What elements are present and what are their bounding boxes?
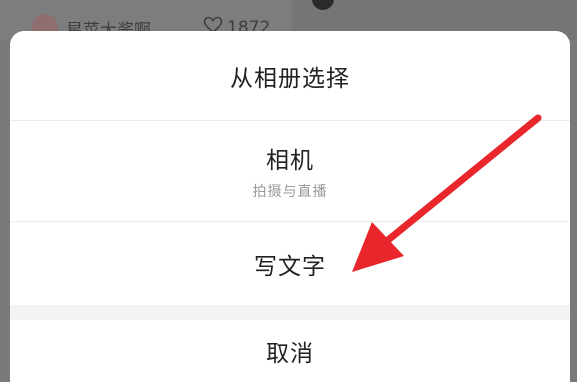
- write-text-button[interactable]: 写文字: [10, 222, 570, 305]
- choose-from-album-button[interactable]: 从相册选择: [10, 31, 570, 120]
- cancel-label: 取消: [266, 341, 314, 367]
- action-sheet: 从相册选择 相机 拍摄与直播 写文字 取消: [10, 31, 570, 382]
- album-label: 从相册选择: [230, 65, 350, 92]
- screen: 星菜大酱啊 1872 从相册选择 相机 拍摄与直播 写文字: [0, 0, 577, 382]
- section-gap: [10, 305, 570, 320]
- camera-label: 相机: [266, 148, 314, 174]
- camera-sublabel: 拍摄与直播: [252, 184, 328, 200]
- write-text-label: 写文字: [254, 253, 326, 280]
- camera-button[interactable]: 相机 拍摄与直播: [10, 121, 570, 221]
- cancel-button[interactable]: 取消: [10, 320, 570, 382]
